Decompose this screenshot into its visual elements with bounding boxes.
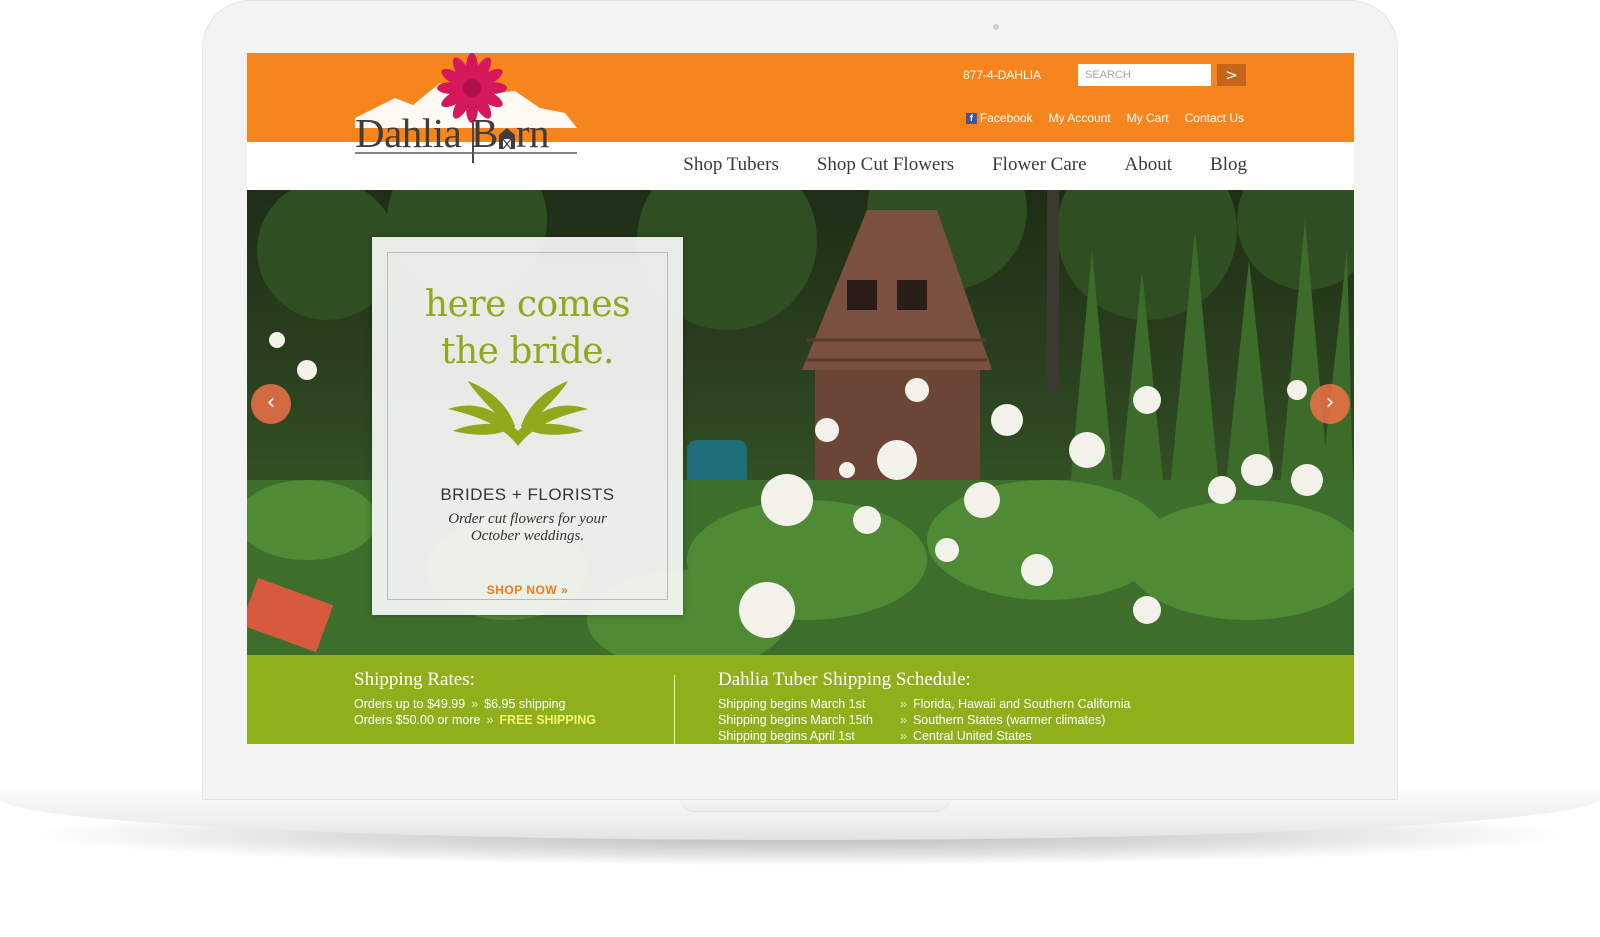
promo-headline-line2: the bride. [441,331,614,372]
barn-icon [498,128,515,150]
schedule-date: Shipping begins March 15th [718,713,873,727]
rate-label: Orders $50.00 or more [354,713,481,727]
schedule-row: Shipping begins March 1st » Florida, Hawai… [718,697,1130,711]
facebook-icon: f [965,112,977,124]
rate-value: $6.95 shipping [484,697,566,711]
search-input[interactable] [1078,64,1211,86]
free-shipping-label: FREE SHIPPING [499,713,596,727]
shipping-rates-title: Shipping Rates: [354,669,475,690]
shop-now-link[interactable]: SHOP NOW » [388,583,667,597]
my-account-link[interactable]: My Account [1049,111,1111,125]
promo-headline: here comes the bride. [388,281,667,375]
logo-text-part1: Dahlia B [355,110,498,156]
schedule-region: Southern States (warmer climates) [912,713,1106,727]
separator: » [900,713,907,727]
schedule-region: Central United States [912,729,1032,743]
contact-us-link[interactable]: Contact Us [1185,111,1244,125]
shipping-rate-row: Orders up to $49.99 » $6.95 shipping [354,697,565,711]
separator: » [471,697,479,711]
shipping-rate-row: Orders $50.00 or more » FREE SHIPPING [354,713,596,727]
facebook-link-label: Facebook [979,111,1033,125]
schedule-date: Shipping begins April 1st [718,729,855,743]
site-logo[interactable]: Dahlia B rn [355,53,585,168]
schedule-date: Shipping begins March 1st [718,697,866,711]
nav-blog[interactable]: Blog [1210,154,1247,176]
schedule-region: Florida, Hawaii and Southern California [912,697,1131,711]
slider-next-arrow-icon[interactable]: › [1310,384,1350,424]
nav-flower-care[interactable]: Flower Care [992,154,1086,176]
shipping-info-band: Shipping Rates: Orders up to $49.99 » $6.9… [247,655,1354,744]
promo-card: here comes the bride. BRIDES + FLORISTS … [372,237,683,615]
separator: » [900,729,907,743]
search-button[interactable]: > [1217,64,1246,86]
logo-wordmark: Dahlia B rn [355,109,550,157]
shipping-schedule-title: Dahlia Tuber Shipping Schedule: [718,669,971,690]
promo-card-border: here comes the bride. BRIDES + FLORISTS … [387,252,668,600]
utility-links: f Facebook My Account My Cart Contact Us [965,111,1244,125]
facebook-link[interactable]: f Facebook [965,111,1033,125]
logo-text-part2: rn [515,110,550,156]
shipping-divider [674,675,675,744]
camera-icon [993,24,999,30]
schedule-row: Shipping begins March 15th » Southern Stat… [718,713,1105,727]
promo-description: Order cut flowers for your October weddi… [448,511,607,544]
separator: » [900,697,907,711]
hero-slider: here comes the bride. BRIDES + FLORISTS … [247,190,1354,655]
promo-subtitle: BRIDES + FLORISTS [440,485,615,504]
nav-about[interactable]: About [1125,154,1173,176]
promo-headline-line1: here comes [424,284,631,325]
laptop-notch [680,798,950,812]
schedule-row: Shipping begins April 1st » Central United… [718,729,1032,743]
phone-number: 877-4-DAHLIA [963,68,1042,82]
my-cart-link[interactable]: My Cart [1127,111,1169,125]
nav-shop-cut-flowers[interactable]: Shop Cut Flowers [817,154,954,176]
slider-prev-arrow-icon[interactable]: ‹ [251,384,291,424]
leaf-ornament-icon [448,381,588,446]
separator: » [486,713,494,727]
nav-shop-tubers[interactable]: Shop Tubers [683,154,779,176]
website-screen: 877-4-DAHLIA > f Facebook My Account My … [247,53,1354,744]
rate-label: Orders up to $49.99 [354,697,466,711]
main-nav: Shop Tubers Shop Cut Flowers Flower Care… [683,154,1247,176]
